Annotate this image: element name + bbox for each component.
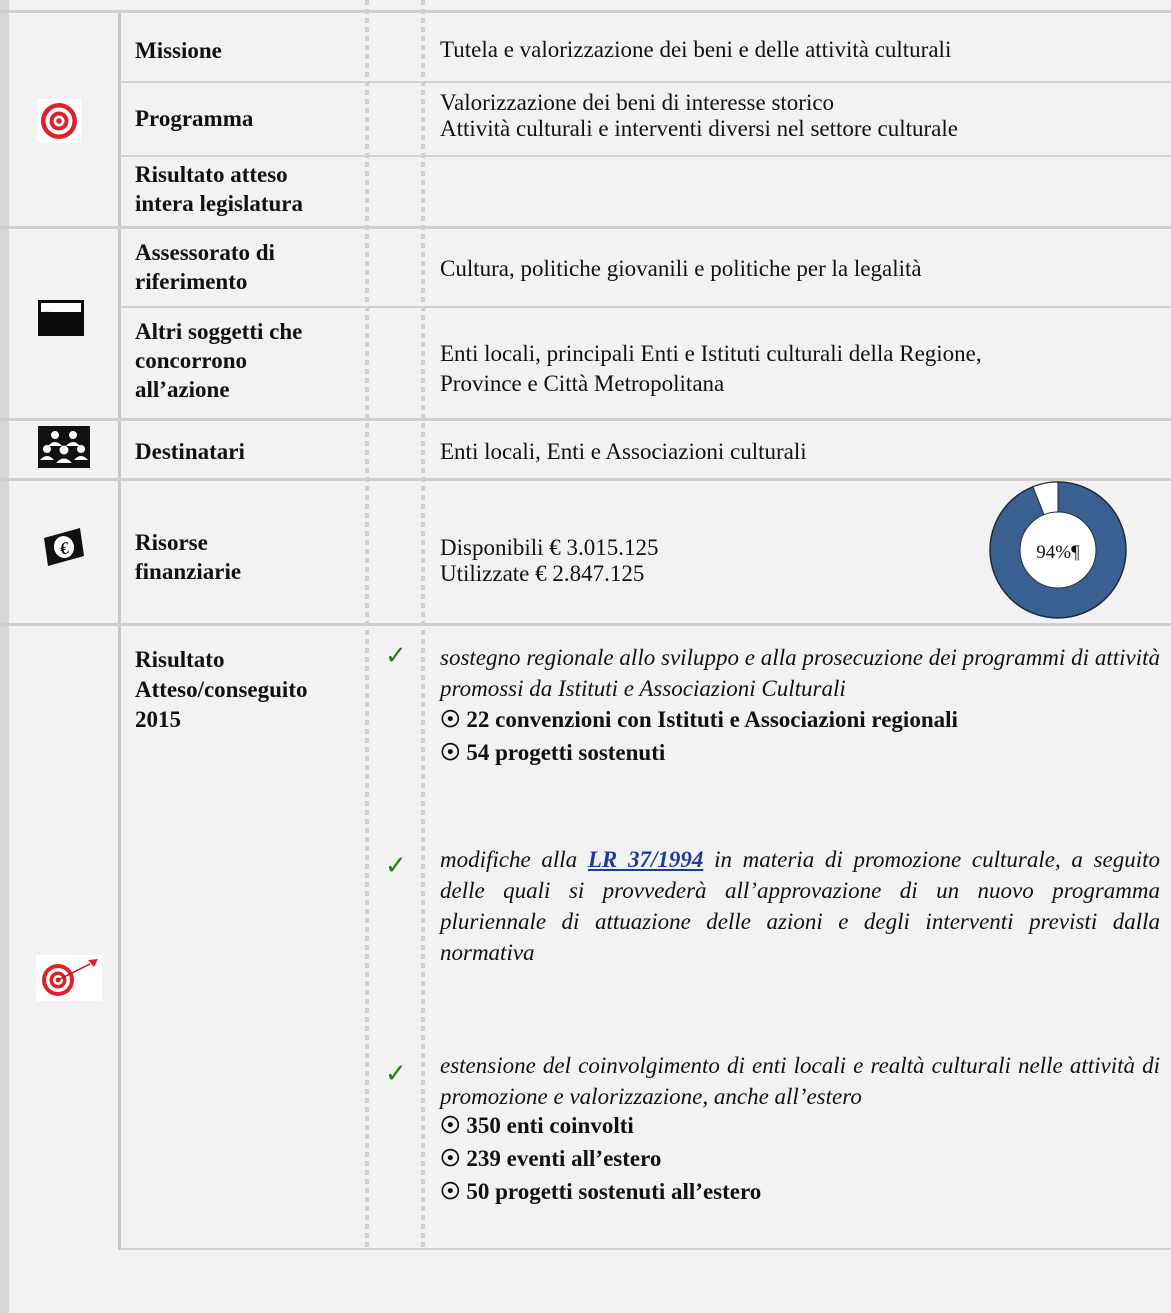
row-divider-bottom [120,1248,1171,1250]
donut-percent-label: 94%¶ [1036,542,1080,563]
value-line: Province e Città Metropolitana [440,371,725,396]
bullet-icon: ☉ [440,1179,461,1204]
lr-37-1994-link[interactable]: LR 37/1994 [588,847,703,872]
row-divider-missione [120,81,1171,83]
bullet-icon: ☉ [440,1113,461,1138]
frame-divider [118,10,121,1250]
bullet-icon: ☉ [440,740,461,765]
label-line: finanziarie [135,559,242,584]
row-divider-programma [120,155,1171,157]
check-icon: ✓ [385,851,407,880]
result-bullet: ☉ 22 convenzioni con Istituti e Associaz… [440,706,1160,734]
label-line: riferimento [135,269,248,294]
result-item-text: estensione del coinvolgimento di enti lo… [440,1053,1160,1109]
missione-label: Missione [135,38,222,63]
label-line: all’azione [135,377,230,402]
bullet-icon: ☉ [440,1146,461,1171]
row-divider-group2 [0,418,1171,421]
result-bullet: ☉ 50 progetti sostenuti all’estero [440,1178,1160,1206]
label-line: concorrono [135,348,248,373]
check-icon: ✓ [385,641,407,670]
risultato-2015-label: Risultato Atteso/conseguito 2015 [135,645,365,735]
label-line: Assessorato di [135,240,275,265]
row-divider-top [0,10,1171,13]
check-icon: ✓ [385,1059,407,1088]
label-line: Altri soggetti che [135,319,303,344]
label-line: Risorse [135,530,208,555]
programma-value: Valorizzazione dei beni di interesse sto… [440,90,1160,142]
label-line: Risultato atteso [135,162,288,187]
missione-value: Tutela e valorizzazione dei beni e delle… [440,37,952,62]
label-line: Atteso/conseguito [135,677,308,702]
result-item-text: sostegno regionale allo sviluppo e alla … [440,645,1160,701]
row-divider-group1 [0,226,1171,229]
risorse-label: Risorse finanziarie [135,528,365,586]
result-item-1: sostegno regionale allo sviluppo e alla … [440,642,1160,767]
usage-donut-chart: 94%¶ [989,481,1127,619]
euro-icon: € [40,526,88,568]
destinatari-value: Enti locali, Enti e Associazioni cultura… [440,439,807,464]
row-divider-assessorato [120,306,1171,308]
result-bullet-text: 54 progetti sostenuti [466,740,666,765]
result-bullet-text: 22 convenzioni con Istituti e Associazio… [466,707,958,732]
result-item-3: estensione del coinvolgimento di enti lo… [440,1050,1160,1206]
altri-soggetti-value: Enti locali, principali Enti e Istituti … [440,339,1160,399]
flag-icon [38,300,84,336]
result-bullet-text: 50 progetti sostenuti all’estero [466,1179,762,1204]
result-bullet-text: 350 enti coinvolti [466,1113,634,1138]
programma-label: Programma [135,106,254,131]
result-item-text: modifiche alla [440,847,578,872]
risultato-legislatura-label: Risultato atteso intera legislatura [135,160,365,218]
target-icon [37,99,81,143]
destinatari-label: Destinatari [135,439,245,464]
bullet-icon: ☉ [440,707,461,732]
people-icon [38,426,90,468]
result-bullet: ☉ 350 enti coinvolti [440,1112,1160,1140]
programma-value-line: Attività culturali e interventi diversi … [440,116,958,141]
assessorato-label: Assessorato di riferimento [135,238,365,296]
label-line: Risultato [135,647,225,672]
result-bullet: ☉ 239 eventi all’estero [440,1145,1160,1173]
target-dart-icon [36,955,102,1001]
programma-value-line: Valorizzazione dei beni di interesse sto… [440,90,835,115]
label-line: intera legislatura [135,191,303,216]
result-item-2: modifiche alla LR 37/1994 in materia di … [440,844,1160,968]
assessorato-value: Cultura, politiche giovanili e politiche… [440,256,922,281]
value-line: Enti locali, principali Enti e Istituti … [440,341,982,366]
frame-left-border [0,0,9,1313]
altri-soggetti-label: Altri soggetti che concorrono all’azione [135,317,365,404]
result-bullet: ☉ 54 progetti sostenuti [440,739,1160,767]
label-line: 2015 [135,707,181,732]
row-divider-group4 [0,623,1171,626]
result-bullet-text: 239 eventi all’estero [466,1146,662,1171]
